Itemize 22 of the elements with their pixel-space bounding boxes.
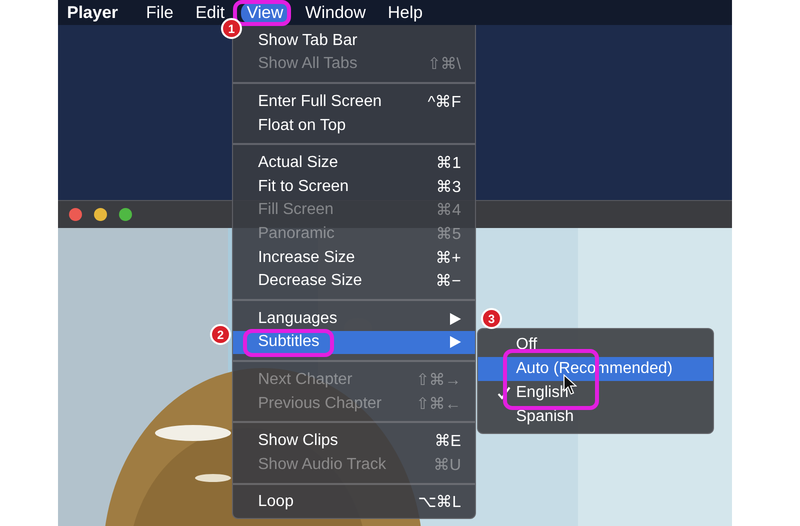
menu-item[interactable]: Float on Top [233,114,475,138]
submenu-arrow-icon [449,336,461,348]
menu-item[interactable]: Loop ⌥⌘L [233,490,475,514]
menu-item[interactable]: English [478,381,713,405]
submenu-arrow-icon [449,312,461,325]
menu-item[interactable]: Decrease Size ⌘− [233,269,475,293]
menu-item[interactable]: Subtitles [233,330,475,354]
menu-bar-item[interactable]: Player [61,2,124,24]
menu-item[interactable]: Show Clips ⌘E [233,429,475,453]
menu-item[interactable]: Spanish [478,405,713,429]
minimize-icon[interactable] [94,208,107,221]
menu-item[interactable]: Actual Size ⌘1 [233,151,475,175]
menu-bar-item[interactable]: Help [382,2,429,24]
menu-item[interactable]: Fit to Screen ⌘3 [233,174,475,199]
zoom-icon[interactable] [119,208,132,221]
menu-bar-item[interactable]: Window [299,2,372,24]
menu-item[interactable]: Languages [233,306,475,331]
menu-item[interactable]: Enter Full Screen ^⌘F [233,90,475,114]
menu-bar-item[interactable]: File [140,2,180,24]
menu-item[interactable]: Off [478,333,713,357]
close-icon[interactable] [69,208,82,221]
menu-item[interactable]: Increase Size ⌘+ [233,246,475,270]
